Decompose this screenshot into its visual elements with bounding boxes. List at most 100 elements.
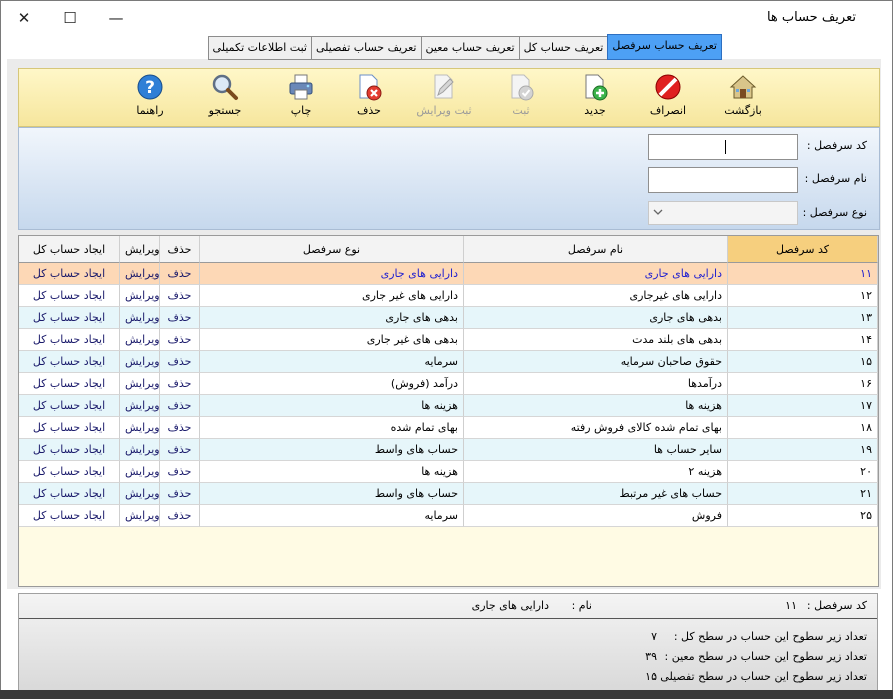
create-kol-link[interactable]: ایجاد حساب کل <box>19 417 120 439</box>
info-name-value: دارایی های جاری <box>471 599 549 612</box>
code-input[interactable] <box>648 134 798 160</box>
cell-name: هزینه ها <box>464 395 728 417</box>
maximize-button[interactable]: ☐ <box>47 1 93 34</box>
create-kol-link[interactable]: ایجاد حساب کل <box>19 373 120 395</box>
edit-link[interactable]: ویرایش <box>120 351 160 373</box>
title-bar: تعریف حساب ها ✕ ☐ — <box>1 1 892 34</box>
cell-type: درآمد (فروش) <box>200 373 464 395</box>
table-row[interactable]: ۱۱ دارایی های جاری دارایی های جاری حذف ویرای… <box>19 263 878 285</box>
header-code[interactable]: کد سرفصل <box>728 236 878 263</box>
table-row[interactable]: ۱۷ هزینه ها هزینه ها حذف ویرایش ایجاد حساب کل <box>19 395 878 417</box>
create-kol-link[interactable]: ایجاد حساب کل <box>19 329 120 351</box>
cell-name: حساب های غیر مرتبط <box>464 483 728 505</box>
close-button[interactable]: ✕ <box>1 1 47 34</box>
header-edit[interactable]: ویرایش <box>120 236 160 263</box>
table-row[interactable]: ۲۵ فروش سرمایه حذف ویرایش ایجاد حساب کل <box>19 505 878 527</box>
table-row[interactable]: ۱۳ بدهی های جاری بدهی های جاری حذف ویرایش ایج… <box>19 307 878 329</box>
delete-link[interactable]: حذف <box>160 461 200 483</box>
delete-link[interactable]: حذف <box>160 263 200 285</box>
edit-link[interactable]: ویرایش <box>120 373 160 395</box>
table-row[interactable]: ۱۹ سایر حساب ها حساب های واسط حذف ویرایش ایجا… <box>19 439 878 461</box>
count-moein-label: تعداد زیر سطوح این حساب در سطح معین : <box>664 650 868 663</box>
edit-link[interactable]: ویرایش <box>120 505 160 527</box>
tab-tafsili[interactable]: تعریف حساب تفصیلی <box>311 36 422 60</box>
edit-link[interactable]: ویرایش <box>120 417 160 439</box>
delete-link[interactable]: حذف <box>160 329 200 351</box>
code-label: کد سرفصل : <box>806 139 867 152</box>
table-row[interactable]: ۱۵ حقوق صاحبان سرمایه سرمایه حذف ویرایش ایجاد… <box>19 351 878 373</box>
cell-type: بدهی های غیر جاری <box>200 329 464 351</box>
type-label: نوع سرفصل : <box>802 206 867 219</box>
delete-link[interactable]: حذف <box>160 483 200 505</box>
edit-link[interactable]: ویرایش <box>120 307 160 329</box>
create-kol-link[interactable]: ایجاد حساب کل <box>19 285 120 307</box>
edit-link[interactable]: ویرایش <box>120 285 160 307</box>
minimize-button[interactable]: — <box>93 1 139 34</box>
table-row[interactable]: ۱۶ درآمدها درآمد (فروش) حذف ویرایش ایجاد حساب… <box>19 373 878 395</box>
toolbar: بازگشت انصراف جدید ثبت ثبت ویرایش حذف چا… <box>18 68 880 127</box>
grid-header-row: کد سرفصل نام سرفصل نوع سرفصل حذف ویرایش … <box>19 236 878 263</box>
new-document-icon <box>581 73 609 101</box>
delete-link[interactable]: حذف <box>160 285 200 307</box>
table-row[interactable]: ۱۸ بهای تمام شده کالای فروش رفته بهای تمام… <box>19 417 878 439</box>
save-edit-button[interactable]: ثبت ویرایش <box>411 71 477 123</box>
tab-sarfasl[interactable]: تعریف حساب سرفصل <box>607 34 722 60</box>
edit-link[interactable]: ویرایش <box>120 461 160 483</box>
help-label: راهنما <box>136 104 164 117</box>
header-type[interactable]: نوع سرفصل <box>200 236 464 263</box>
delete-link[interactable]: حذف <box>160 439 200 461</box>
edit-link[interactable]: ویرایش <box>120 329 160 351</box>
cell-name: بهای تمام شده کالای فروش رفته <box>464 417 728 439</box>
tab-kol[interactable]: تعریف حساب کل <box>518 36 609 60</box>
name-input[interactable] <box>648 167 798 193</box>
create-kol-link[interactable]: ایجاد حساب کل <box>19 263 120 285</box>
edit-link[interactable]: ویرایش <box>120 395 160 417</box>
delete-link[interactable]: حذف <box>160 417 200 439</box>
table-row[interactable]: ۲۰ هزینه ۲ هزینه ها حذف ویرایش ایجاد حساب کل <box>19 461 878 483</box>
table-row[interactable]: ۲۱ حساب های غیر مرتبط حساب های واسط حذف ویرا… <box>19 483 878 505</box>
table-row[interactable]: ۱۴ بدهی های بلند مدت بدهی های غیر جاری حذف و… <box>19 329 878 351</box>
edit-link[interactable]: ویرایش <box>120 263 160 285</box>
tab-moein[interactable]: تعریف حساب معین <box>420 36 520 60</box>
cell-type: دارایی های جاری <box>200 263 464 285</box>
create-kol-link[interactable]: ایجاد حساب کل <box>19 483 120 505</box>
edit-link[interactable]: ویرایش <box>120 439 160 461</box>
back-button[interactable]: بازگشت <box>713 71 773 123</box>
back-label: بازگشت <box>724 104 762 117</box>
create-kol-link[interactable]: ایجاد حساب کل <box>19 351 120 373</box>
header-name[interactable]: نام سرفصل <box>464 236 728 263</box>
create-kol-link[interactable]: ایجاد حساب کل <box>19 395 120 417</box>
cancel-label: انصراف <box>649 104 687 117</box>
window-title: تعریف حساب ها <box>766 10 856 25</box>
header-delete[interactable]: حذف <box>160 236 200 263</box>
delete-link[interactable]: حذف <box>160 505 200 527</box>
print-label: چاپ <box>290 104 312 117</box>
cancel-button[interactable]: انصراف <box>638 71 698 123</box>
cell-code: ۱۱ <box>728 263 878 285</box>
delete-link[interactable]: حذف <box>160 373 200 395</box>
delete-link[interactable]: حذف <box>160 395 200 417</box>
delete-link[interactable]: حذف <box>160 351 200 373</box>
table-row[interactable]: ۱۲ دارایی های غیرجاری دارایی های غیر جاری ح… <box>19 285 878 307</box>
cell-code: ۱۳ <box>728 307 878 329</box>
tab-extra-info[interactable]: ثبت اطلاعات تکمیلی <box>207 36 312 60</box>
help-button[interactable]: ? راهنما <box>120 71 180 123</box>
edit-link[interactable]: ویرایش <box>120 483 160 505</box>
search-button[interactable]: جستجو <box>195 71 255 123</box>
delete-button[interactable]: حذف <box>339 71 399 123</box>
print-button[interactable]: چاپ <box>271 71 331 123</box>
create-kol-link[interactable]: ایجاد حساب کل <box>19 307 120 329</box>
new-button[interactable]: جدید <box>565 71 625 123</box>
search-label: جستجو <box>208 104 242 117</box>
header-create[interactable]: ایجاد حساب کل <box>19 236 120 263</box>
create-kol-link[interactable]: ایجاد حساب کل <box>19 439 120 461</box>
save-button[interactable]: ثبت <box>491 71 551 123</box>
type-select[interactable] <box>648 201 798 225</box>
create-kol-link[interactable]: ایجاد حساب کل <box>19 461 120 483</box>
cell-code: ۱۶ <box>728 373 878 395</box>
cell-code: ۲۱ <box>728 483 878 505</box>
delete-link[interactable]: حذف <box>160 307 200 329</box>
create-kol-link[interactable]: ایجاد حساب کل <box>19 505 120 527</box>
cell-type: بدهی های جاری <box>200 307 464 329</box>
maximize-icon: ☐ <box>63 8 77 27</box>
